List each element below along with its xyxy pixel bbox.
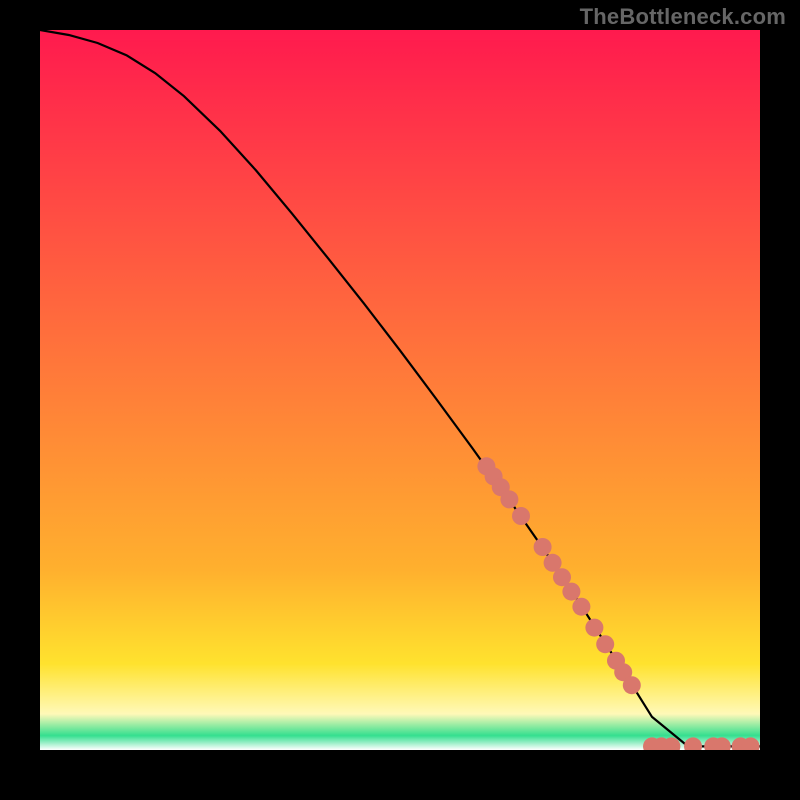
data-dot: [585, 619, 603, 637]
gradient-background: [40, 30, 760, 750]
data-dot: [562, 583, 580, 601]
data-dot: [500, 490, 518, 508]
data-dot: [623, 676, 641, 694]
data-dot: [512, 507, 530, 525]
data-dot: [596, 635, 614, 653]
plot-area: [40, 30, 760, 750]
chart-frame: TheBottleneck.com: [0, 0, 800, 800]
data-dot: [534, 538, 552, 556]
plot-svg: [40, 30, 760, 750]
data-dot: [572, 598, 590, 616]
watermark-text: TheBottleneck.com: [580, 4, 786, 30]
